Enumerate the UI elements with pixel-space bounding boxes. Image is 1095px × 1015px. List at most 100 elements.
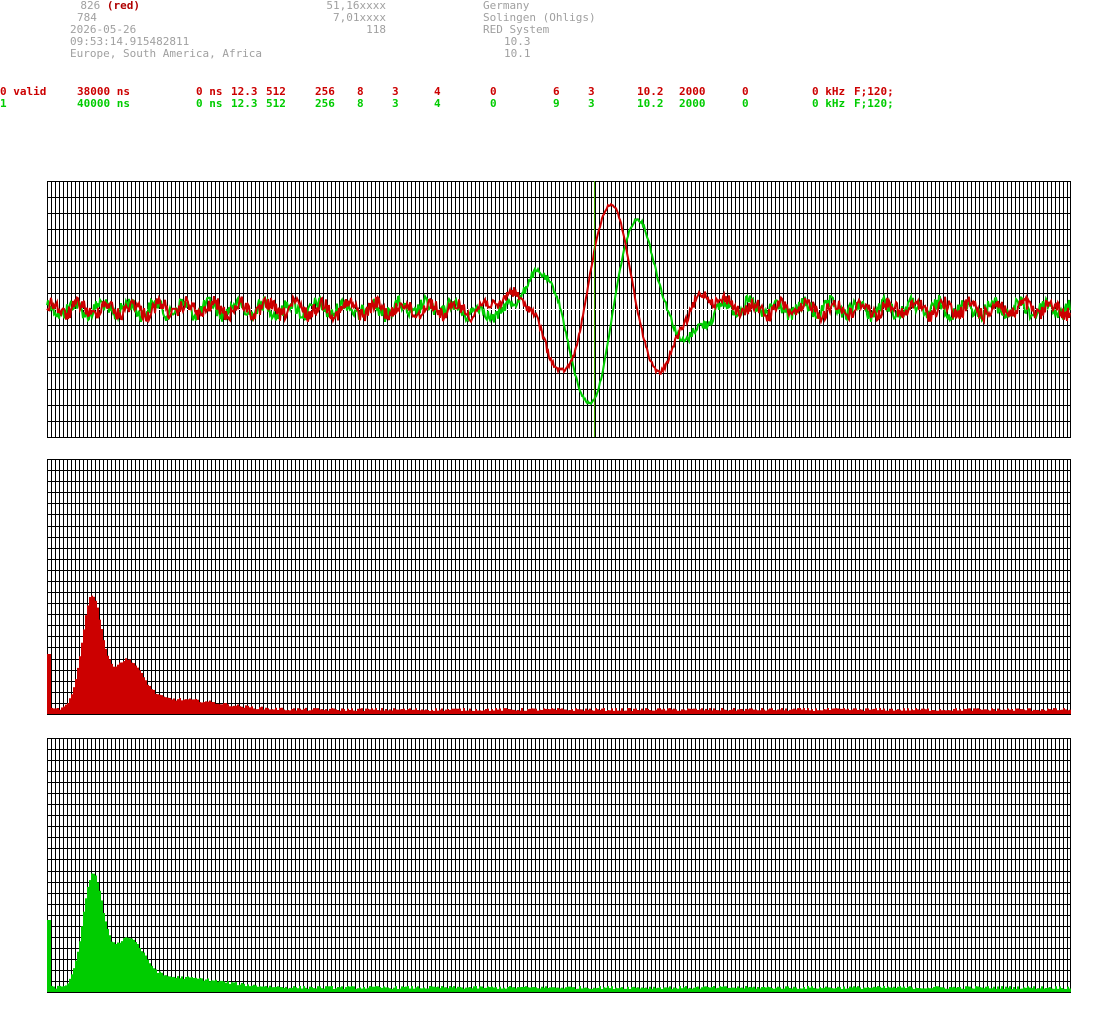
spectrum-bar [643, 710, 645, 714]
spectrum-bar [675, 709, 677, 714]
spectrum-bar [863, 710, 865, 714]
spectrum-bar [653, 986, 655, 992]
spectrum-bar [81, 642, 83, 714]
spectrum-bar [347, 708, 349, 714]
spectrum-bar [703, 710, 705, 714]
spectrum-bar [367, 987, 369, 992]
spectrum-bar [51, 707, 53, 714]
spectrum-bar [665, 710, 667, 714]
spectrum-bar [469, 987, 471, 992]
spectrum-bar [905, 988, 907, 992]
spectrum-bar [437, 710, 439, 714]
spectrum-bar [323, 988, 325, 992]
spectrum-bar [89, 597, 91, 714]
spectrum-bar [805, 988, 807, 992]
spectrum-bar [265, 986, 267, 992]
spectrum-bar [727, 710, 729, 714]
spectrum-bar [165, 697, 167, 714]
spectrum-bar [459, 986, 461, 992]
spectrum-bar [499, 708, 501, 714]
spectrum-bar [137, 667, 139, 714]
spectrum-bar [61, 707, 63, 714]
spectrum-bar [1033, 709, 1035, 714]
spectrum-bar [789, 987, 791, 992]
spectrum-bar [481, 710, 483, 714]
spectrum-bar [307, 988, 309, 992]
spectrum-bar [603, 708, 605, 714]
spectrum-bar [823, 709, 825, 714]
spectrum-bar [499, 986, 501, 992]
spectrum-bar [49, 920, 51, 992]
spectrum-bar [899, 709, 901, 714]
spectrum-bar [795, 987, 797, 992]
spectrum-bar [567, 710, 569, 714]
spectrum-bar [981, 987, 983, 992]
spectrum-bar [473, 710, 475, 714]
spectrum-bar [493, 710, 495, 714]
spectrum-bar [915, 987, 917, 992]
spectrum-bar [837, 986, 839, 992]
spectrum-bar [61, 986, 63, 992]
spectrum-bar [313, 708, 315, 714]
spectrum-bar [891, 987, 893, 992]
spectrum-bar [829, 987, 831, 992]
spectrum-bar [249, 707, 251, 714]
spectrum-bar [413, 709, 415, 714]
spectrum-bar [987, 709, 989, 714]
spectrum-bar [899, 986, 901, 992]
spectrum-bar [391, 988, 393, 992]
spectrum-bar [993, 986, 995, 992]
spectrum-bar [85, 615, 87, 714]
spectrum-bar [637, 710, 639, 714]
spectrum-bar [241, 706, 243, 714]
spectrum-bar [69, 978, 71, 992]
spectrum-bar [281, 707, 283, 714]
spectrum-bar [695, 708, 697, 714]
spectrum-bar [607, 986, 609, 992]
spectrum-bar [963, 988, 965, 992]
spectrum-bar [379, 710, 381, 714]
spectrum-bar [139, 948, 141, 992]
spectrum-bar [781, 708, 783, 714]
spectrum-bar [441, 986, 443, 992]
spectrum-bar [1021, 988, 1023, 992]
spectrum-bar [479, 710, 481, 714]
spectrum-bar [741, 987, 743, 992]
spectrum-bar [1031, 988, 1033, 992]
spectrum-bar [695, 986, 697, 992]
spectrum-bar [845, 709, 847, 714]
spectrum-bar [199, 977, 201, 992]
spectrum-bar [609, 710, 611, 714]
spectrum-bar [321, 709, 323, 714]
spectrum-bar [921, 708, 923, 714]
spectrum-bar [273, 987, 275, 992]
spectrum-bar [433, 710, 435, 714]
spectrum-bar [923, 708, 925, 714]
spectrum-bar [1005, 986, 1007, 992]
spectrum-bar [69, 698, 71, 714]
spectrum-bar [211, 980, 213, 992]
spectrum-bar [945, 988, 947, 992]
spectrum-bar [381, 987, 383, 992]
spectrum-bar [1069, 988, 1071, 992]
spectrum-bar [597, 987, 599, 992]
spectrum-bar [861, 709, 863, 714]
spectrum-bar [289, 710, 291, 714]
spectrum-bar [327, 710, 329, 714]
spectrum-bar [419, 710, 421, 714]
spectrum-bar [977, 708, 979, 714]
spectrum-bar [371, 986, 373, 992]
spectrum-bar [529, 987, 531, 992]
spectrum-bar [201, 978, 203, 992]
spectrum-bar [777, 709, 779, 714]
spectrum-bar [1051, 709, 1053, 714]
spectrum-bar [739, 709, 741, 714]
spectrum-bar [409, 708, 411, 714]
spectrum-bar [601, 988, 603, 992]
spectrum-bar [517, 987, 519, 992]
spectrum-bar [525, 710, 527, 714]
spectrum-bar [361, 988, 363, 992]
spectrum-bar [57, 985, 59, 992]
spectrum-bar [707, 987, 709, 992]
spectrum-bar [817, 988, 819, 992]
